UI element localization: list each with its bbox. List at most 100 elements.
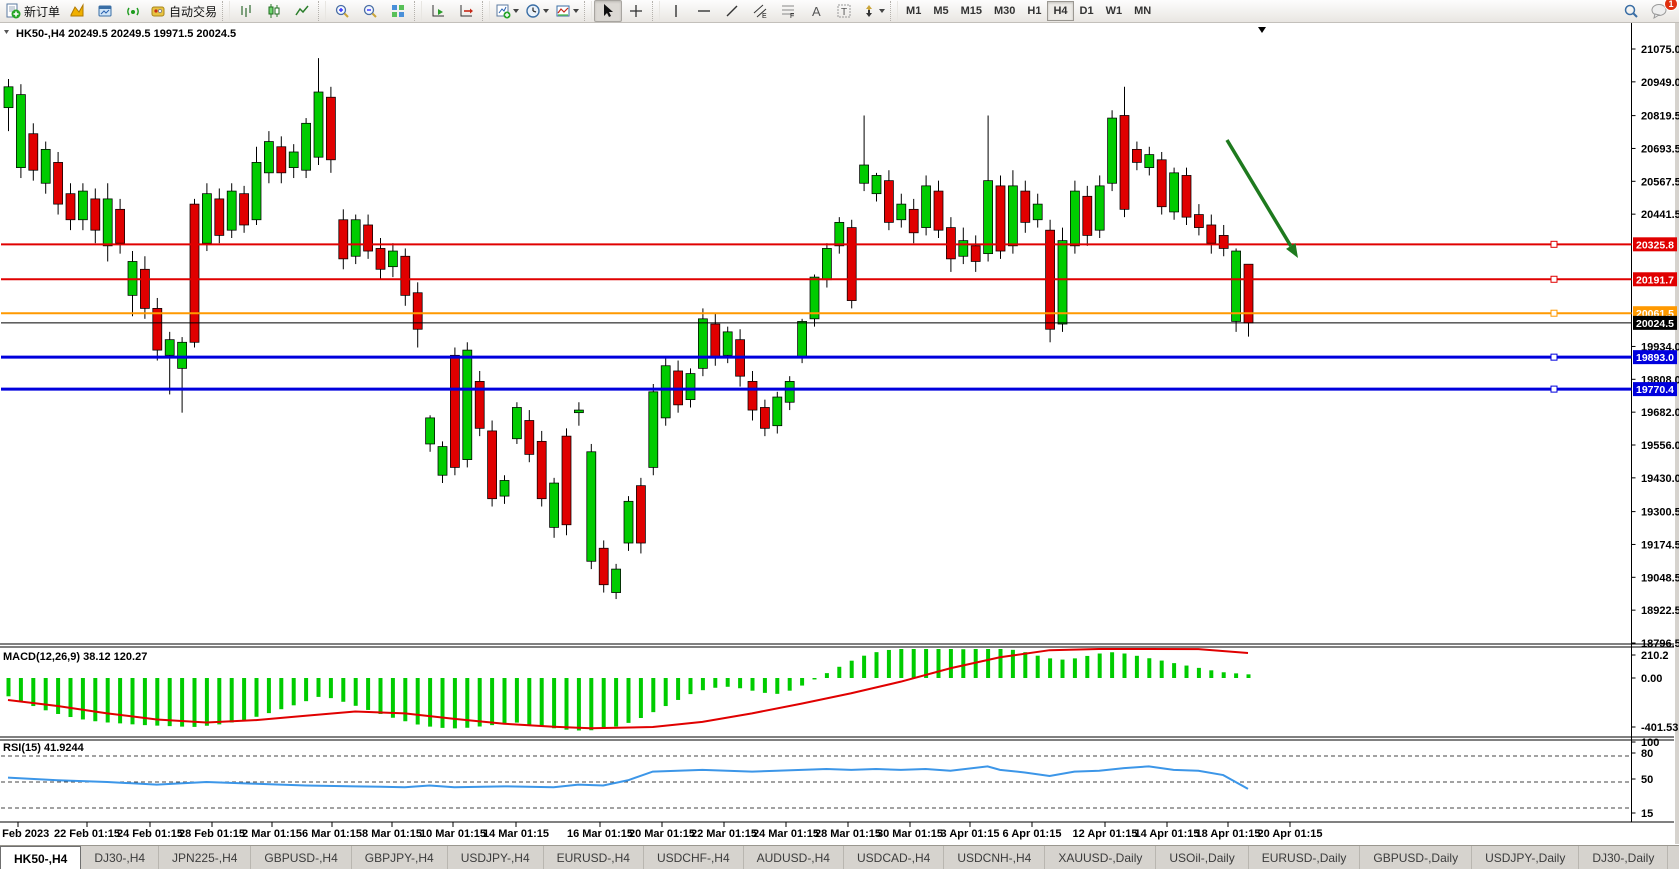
symbol-tab-hk50h4[interactable]: HK50-,H4 — [0, 846, 81, 869]
svg-text:18 Apr 01:15: 18 Apr 01:15 — [1195, 828, 1260, 840]
svg-text:20567.5: 20567.5 — [1641, 176, 1679, 188]
bull-candle — [512, 407, 521, 438]
chart-canvas[interactable]: 21075.020949.020819.520693.520567.520441… — [0, 0, 1679, 845]
bull-candle — [922, 186, 931, 228]
tab-scroll-buttons: ◄ ► — [1668, 846, 1679, 869]
svg-text:24 Mar 01:15: 24 Mar 01:15 — [753, 828, 819, 840]
bull-candle — [103, 199, 112, 246]
bull-candle — [78, 191, 87, 220]
symbol-tab-dj30h4[interactable]: DJ30-,H4 — [81, 846, 159, 869]
symbol-tab-usdjpydaily[interactable]: USDJPY-,Daily — [1472, 846, 1579, 869]
svg-text:19174.5: 19174.5 — [1641, 539, 1679, 551]
bull-candle — [574, 410, 583, 413]
svg-text:20 Apr 01:15: 20 Apr 01:15 — [1257, 828, 1322, 840]
svg-text:20 Mar 01:15: 20 Mar 01:15 — [629, 828, 695, 840]
bear-candle — [1021, 191, 1030, 222]
symbol-tab-usdcnhh4[interactable]: USDCNH-,H4 — [944, 846, 1045, 869]
bull-candle — [798, 321, 807, 357]
bear-candle — [153, 308, 162, 350]
bull-candle — [463, 350, 472, 459]
bull-candle — [860, 165, 869, 183]
svg-text:14 Mar 01:15: 14 Mar 01:15 — [483, 828, 549, 840]
symbol-tab-eurusddaily[interactable]: EURUSD-,Daily — [1249, 846, 1361, 869]
svg-text:20819.5: 20819.5 — [1641, 111, 1679, 123]
symbol-tab-gbpusdh4[interactable]: GBPUSD-,H4 — [251, 846, 351, 869]
bull-candle — [302, 123, 311, 170]
symbol-tab-usdchfh4[interactable]: USDCHF-,H4 — [644, 846, 744, 869]
svg-text:19300.5: 19300.5 — [1641, 507, 1679, 519]
bear-candle — [1182, 175, 1191, 217]
bear-candle — [190, 204, 199, 342]
bull-candle — [426, 418, 435, 444]
svg-text:30 Mar 01:15: 30 Mar 01:15 — [877, 828, 943, 840]
bull-candle — [897, 204, 906, 220]
svg-text:18796.5: 18796.5 — [1641, 638, 1679, 650]
symbol-tab-audusdh4[interactable]: AUDUSD-,H4 — [744, 846, 844, 869]
bull-candle — [550, 483, 559, 527]
bull-candle — [314, 92, 323, 157]
symbol-tab-eurusdh4[interactable]: EURUSD-,H4 — [544, 846, 644, 869]
symbol-tab-jpn225h4[interactable]: JPN225-,H4 — [159, 846, 251, 869]
bull-candle — [612, 569, 621, 592]
svg-text:20949.0: 20949.0 — [1641, 77, 1679, 89]
bear-candle — [54, 162, 63, 204]
symbol-tab-usdcadh4[interactable]: USDCAD-,H4 — [844, 846, 944, 869]
bull-candle — [227, 191, 236, 230]
svg-text:6 Mar 01:15: 6 Mar 01:15 — [302, 828, 362, 840]
bull-candle — [686, 374, 695, 400]
bull-candle — [165, 340, 174, 356]
bear-candle — [326, 97, 335, 160]
bear-candle — [364, 225, 373, 251]
symbol-tab-usoildaily[interactable]: USOil-,Daily — [1156, 846, 1248, 869]
bear-candle — [488, 431, 497, 499]
bear-candle — [29, 134, 38, 170]
bear-candle — [884, 181, 893, 223]
bull-candle — [773, 397, 782, 426]
svg-text:24 Feb 01:15: 24 Feb 01:15 — [117, 828, 183, 840]
svg-text:22 Mar 01:15: 22 Mar 01:15 — [691, 828, 757, 840]
symbol-tab-bar: HK50-,H4DJ30-,H4JPN225-,H4GBPUSD-,H4GBPJ… — [0, 845, 1679, 869]
bull-candle — [1070, 191, 1079, 246]
rsi-label: RSI(15) 41.9244 — [3, 742, 85, 754]
svg-text:21075.0: 21075.0 — [1641, 44, 1679, 56]
bear-candle — [636, 486, 645, 543]
symbol-tab-xauusddaily[interactable]: XAUUSD-,Daily — [1045, 846, 1156, 869]
bull-candle — [16, 95, 25, 168]
symbol-tab-usdjpyh4[interactable]: USDJPY-,H4 — [448, 846, 544, 869]
bear-candle — [562, 436, 571, 525]
bull-candle — [785, 381, 794, 402]
svg-text:10 Mar 01:15: 10 Mar 01:15 — [420, 828, 486, 840]
symbol-tab-gbpjpyh4[interactable]: GBPJPY-,H4 — [352, 846, 448, 869]
symbol-tab-gbpusddaily[interactable]: GBPUSD-,Daily — [1360, 846, 1472, 869]
svg-text:19770.4: 19770.4 — [1636, 384, 1674, 396]
svg-text:19682.0: 19682.0 — [1641, 407, 1679, 419]
bear-candle — [934, 191, 943, 230]
bull-candle — [723, 332, 732, 355]
bull-candle — [698, 319, 707, 369]
bull-candle — [202, 194, 211, 244]
svg-text:3 Apr 01:15: 3 Apr 01:15 — [941, 828, 1000, 840]
svg-text:8 Mar 01:15: 8 Mar 01:15 — [362, 828, 422, 840]
bear-candle — [339, 220, 348, 259]
bull-candle — [959, 241, 968, 257]
bear-candle — [1157, 160, 1166, 207]
svg-text:50: 50 — [1641, 774, 1653, 786]
bull-candle — [822, 248, 831, 279]
svg-text:20 Feb 2023: 20 Feb 2023 — [0, 828, 49, 840]
bear-candle — [909, 209, 918, 232]
bull-candle — [661, 366, 670, 418]
svg-text:20024.5: 20024.5 — [1636, 318, 1674, 330]
bear-candle — [240, 194, 249, 225]
bull-candle — [835, 222, 844, 245]
bear-candle — [946, 228, 955, 259]
bull-candle — [872, 175, 881, 193]
bull-candle — [264, 142, 273, 173]
bear-candle — [450, 355, 459, 467]
symbol-ohlc-title: HK50-,H4 20249.5 20249.5 19971.5 20024.5 — [16, 28, 236, 40]
symbol-tab-dj30daily[interactable]: DJ30-,Daily — [1579, 846, 1668, 869]
bull-candle — [649, 392, 658, 468]
bear-candle — [413, 293, 422, 329]
bull-candle — [1232, 251, 1241, 321]
svg-text:19556.0: 19556.0 — [1641, 440, 1679, 452]
bull-candle — [438, 447, 447, 476]
